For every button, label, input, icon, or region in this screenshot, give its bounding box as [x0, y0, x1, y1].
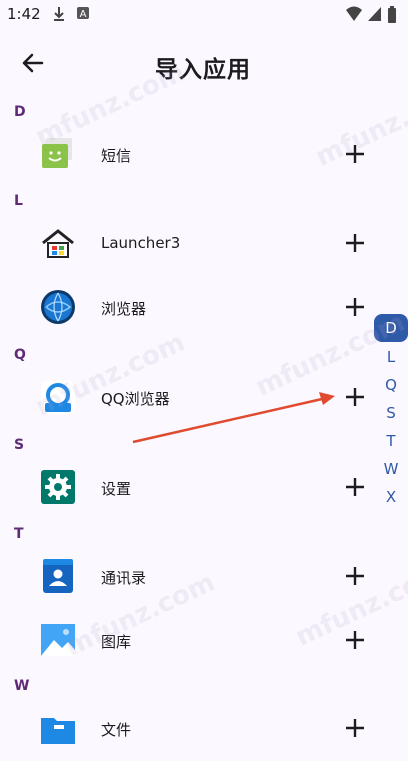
- app-name: 图库: [101, 633, 132, 651]
- svg-text:A: A: [80, 9, 87, 20]
- add-icon[interactable]: [342, 627, 368, 653]
- section-header-w: W: [14, 678, 30, 694]
- index-letter-d[interactable]: D: [374, 314, 408, 342]
- add-icon[interactable]: [342, 715, 368, 741]
- app-row-gallery[interactable]: 图库: [0, 609, 372, 673]
- messaging-icon: [42, 138, 72, 168]
- qq-browser-icon: [41, 380, 75, 414]
- section-header-q: Q: [14, 347, 26, 363]
- add-icon[interactable]: [342, 141, 368, 167]
- app-bar: 导入应用: [0, 28, 408, 100]
- status-time: 1:42: [7, 5, 41, 23]
- section-header-s: S: [14, 437, 25, 453]
- index-letter-w[interactable]: W: [374, 458, 408, 480]
- index-letter-q[interactable]: Q: [374, 374, 408, 396]
- app-name: 浏览器: [101, 300, 147, 318]
- arrow-back-icon[interactable]: [16, 46, 50, 80]
- gallery-icon: [41, 624, 75, 656]
- add-icon[interactable]: [342, 294, 368, 320]
- section-header-l: L: [14, 193, 23, 209]
- app-row-messaging[interactable]: 短信: [0, 123, 372, 187]
- alphabet-index[interactable]: D L Q S T W X: [374, 314, 408, 514]
- files-folder-icon: [41, 718, 75, 744]
- app-name: 文件: [101, 721, 132, 739]
- add-icon[interactable]: [342, 230, 368, 256]
- app-row-browser[interactable]: 浏览器: [0, 276, 372, 340]
- contacts-icon: [43, 559, 73, 593]
- battery-icon: [388, 6, 396, 23]
- app-row-qq-browser[interactable]: QQ浏览器: [0, 366, 372, 430]
- app-row-launcher3[interactable]: Launcher3: [0, 212, 372, 276]
- download-icon: [54, 7, 64, 21]
- add-icon[interactable]: [342, 563, 368, 589]
- browser-globe-icon: [41, 290, 75, 324]
- app-row-files[interactable]: 文件: [0, 697, 372, 761]
- add-icon[interactable]: [342, 384, 368, 410]
- index-letter-x[interactable]: X: [374, 486, 408, 508]
- app-row-settings[interactable]: 设置: [0, 456, 372, 520]
- add-icon[interactable]: [342, 474, 368, 500]
- status-bar: 1:42 A: [0, 0, 408, 28]
- wifi-icon: [346, 6, 362, 21]
- signal-icon: [368, 7, 381, 21]
- app-name: 设置: [101, 480, 132, 498]
- index-letter-t[interactable]: T: [374, 430, 408, 452]
- app-name: 通讯录: [101, 569, 147, 587]
- app-name: Launcher3: [101, 234, 181, 252]
- section-header-d: D: [14, 104, 26, 120]
- settings-gear-icon: [41, 470, 75, 504]
- launcher-icon: [42, 229, 74, 258]
- index-letter-s[interactable]: S: [374, 402, 408, 424]
- index-letter-l[interactable]: L: [374, 346, 408, 368]
- section-header-t: T: [14, 526, 24, 542]
- page-title: 导入应用: [155, 57, 251, 83]
- app-name: QQ浏览器: [101, 390, 170, 408]
- a-square-icon: A: [77, 7, 89, 20]
- app-name: 短信: [101, 147, 132, 165]
- app-row-contacts[interactable]: 通讯录: [0, 545, 372, 609]
